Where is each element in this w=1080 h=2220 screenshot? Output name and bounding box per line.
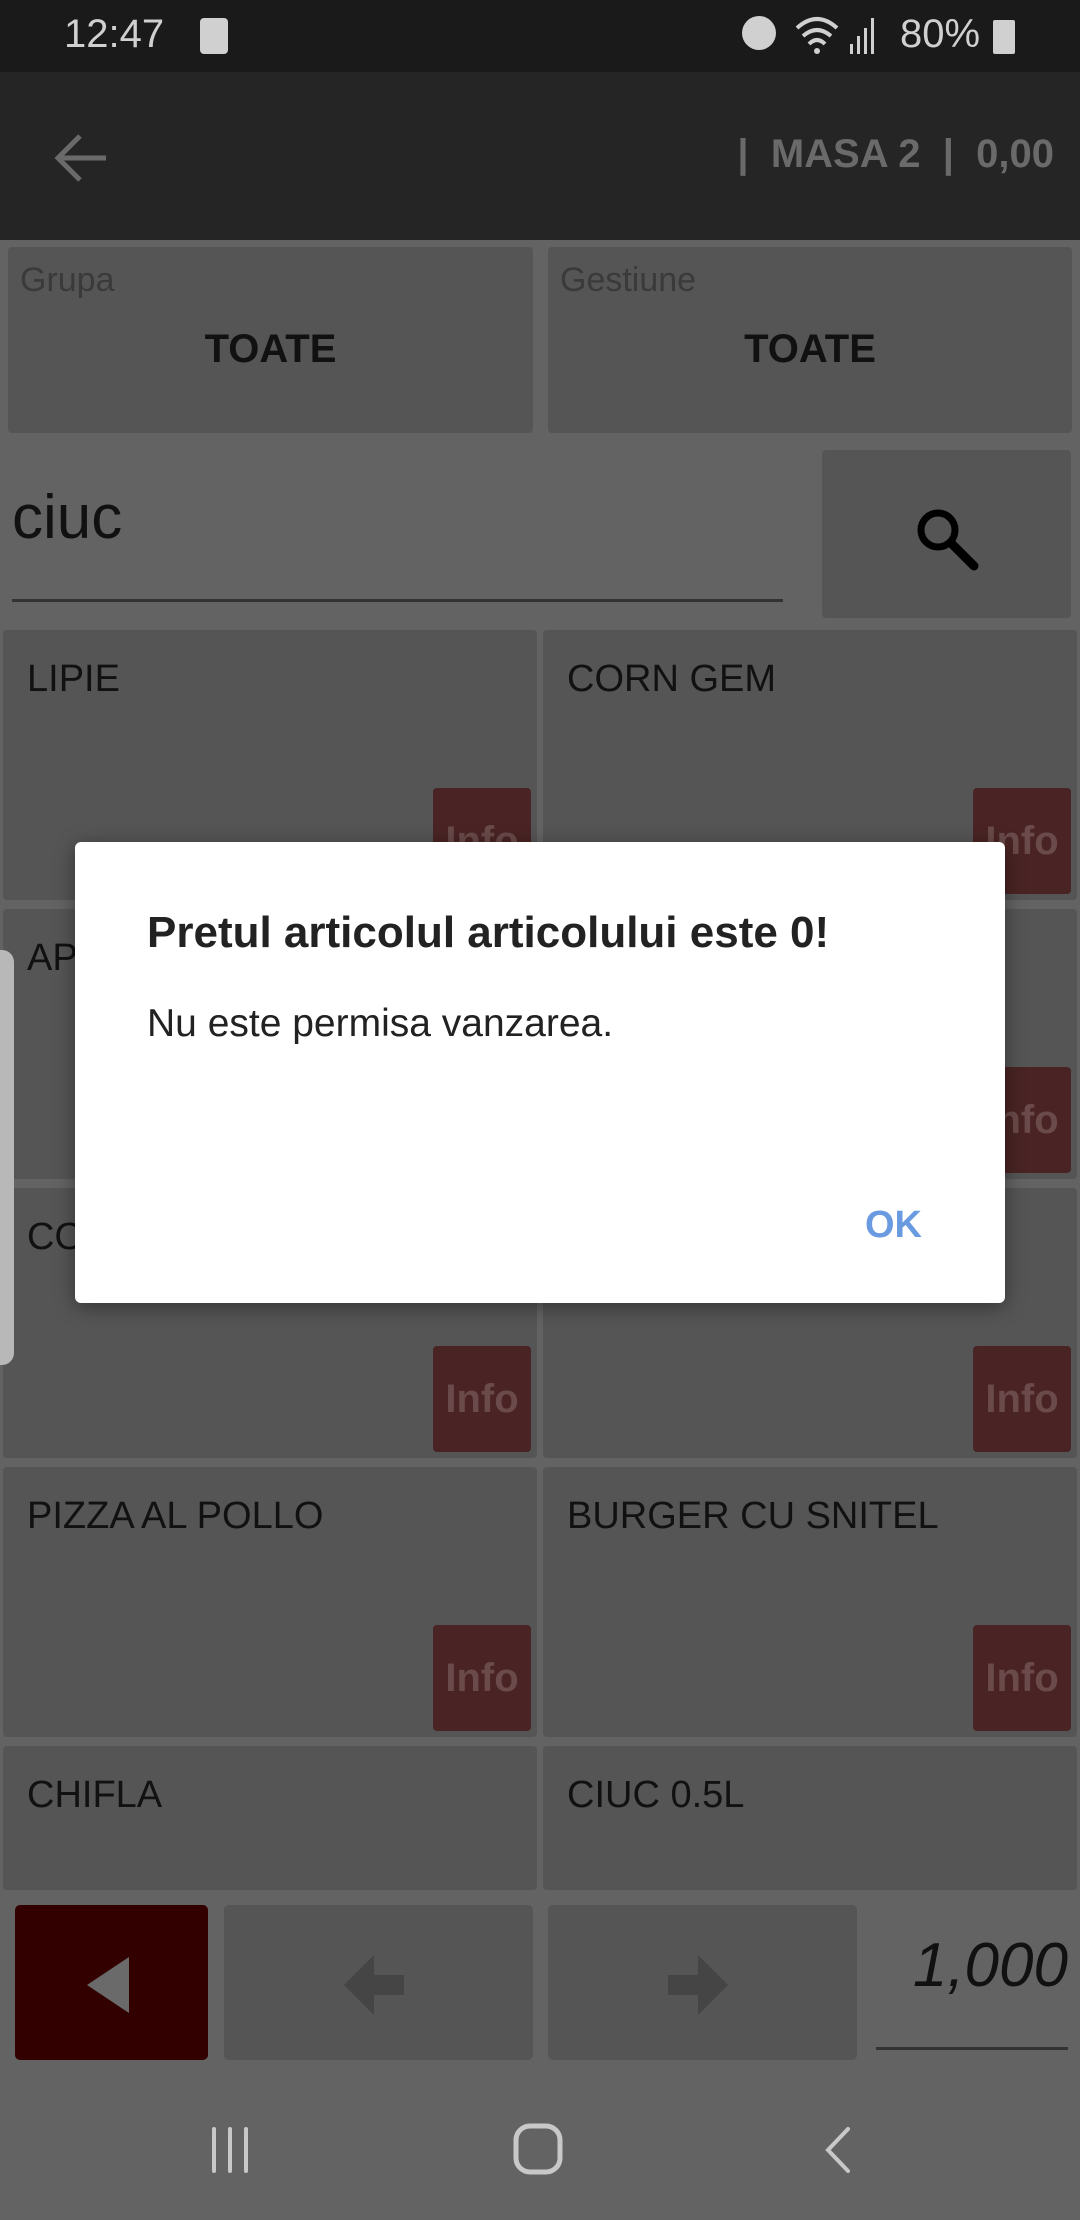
product-name: CIUC 0.5L xyxy=(567,1774,745,1816)
ok-button[interactable]: OK xyxy=(845,1194,942,1257)
search-input-value: ciuc xyxy=(12,483,123,552)
info-button[interactable]: Info xyxy=(973,1625,1071,1731)
info-button[interactable]: Info xyxy=(973,1346,1071,1452)
quantity-input[interactable]: 1,000 xyxy=(876,1930,1068,2050)
battery-percent: 80% xyxy=(900,12,981,56)
arrow-left-icon xyxy=(344,1955,404,2015)
order-total: 0,00 xyxy=(976,132,1054,176)
table-summary: | MASA 2 | 0,00 xyxy=(737,132,1054,177)
product-tile[interactable]: CIUC 0.5L xyxy=(543,1746,1077,1890)
arrow-left-icon[interactable] xyxy=(54,132,110,184)
edge-panel-handle[interactable] xyxy=(0,950,14,1365)
product-name: BURGER CU SNITEL xyxy=(567,1495,939,1537)
back-icon[interactable] xyxy=(818,2125,858,2175)
product-tile[interactable]: BURGER CU SNITEL Info xyxy=(543,1467,1077,1737)
screen-recorder-icon xyxy=(200,18,228,54)
separator: | xyxy=(942,132,954,176)
arrow-right-icon xyxy=(668,1955,728,2015)
clock: 12:47 xyxy=(64,12,165,56)
group-label: Grupa xyxy=(20,261,115,299)
wifi-icon xyxy=(795,17,874,54)
group-value: TOATE xyxy=(204,327,337,371)
stock-selector[interactable]: Gestiune TOATE xyxy=(548,247,1072,433)
battery-icon xyxy=(993,20,1015,54)
search-input[interactable]: ciuc xyxy=(12,470,783,602)
alert-dialog: Pretul articolul articolului este 0! Nu … xyxy=(75,842,1005,1303)
table-name: MASA 2 xyxy=(770,132,921,176)
product-name: CORN GEM xyxy=(567,658,776,700)
search-button[interactable] xyxy=(822,450,1071,618)
home-icon[interactable] xyxy=(512,2122,564,2176)
group-selector[interactable]: Grupa TOATE xyxy=(8,247,533,433)
product-tile[interactable]: CHIFLA xyxy=(3,1746,537,1890)
next-page-button[interactable] xyxy=(548,1905,857,2060)
search-icon xyxy=(917,509,979,571)
dialog-title: Pretul articolul articolului este 0! xyxy=(147,908,830,957)
navigation-bar xyxy=(0,2060,1080,2220)
product-name: LIPIE xyxy=(27,658,120,700)
status-bar: 12:47 80% xyxy=(0,0,1080,72)
app-bar: | MASA 2 | 0,00 xyxy=(0,72,1080,240)
delete-button[interactable] xyxy=(15,1905,208,2060)
info-button[interactable]: Info xyxy=(433,1625,531,1731)
recent-apps-icon[interactable] xyxy=(210,2125,250,2175)
triangle-left-icon xyxy=(87,1957,129,2013)
quantity-value: 1,000 xyxy=(912,1931,1068,2000)
stock-label: Gestiune xyxy=(560,261,697,299)
info-button[interactable]: Info xyxy=(433,1346,531,1452)
product-name: CHIFLA xyxy=(27,1774,163,1816)
separator: | xyxy=(737,132,749,176)
stock-value: TOATE xyxy=(744,327,876,371)
dialog-message: Nu este permisa vanzarea. xyxy=(147,1002,614,1045)
previous-page-button[interactable] xyxy=(224,1905,533,2060)
product-tile[interactable]: PIZZA AL POLLO Info xyxy=(3,1467,537,1737)
product-name: AP xyxy=(27,937,78,979)
product-name: PIZZA AL POLLO xyxy=(27,1495,324,1537)
alarm-icon xyxy=(742,16,776,50)
